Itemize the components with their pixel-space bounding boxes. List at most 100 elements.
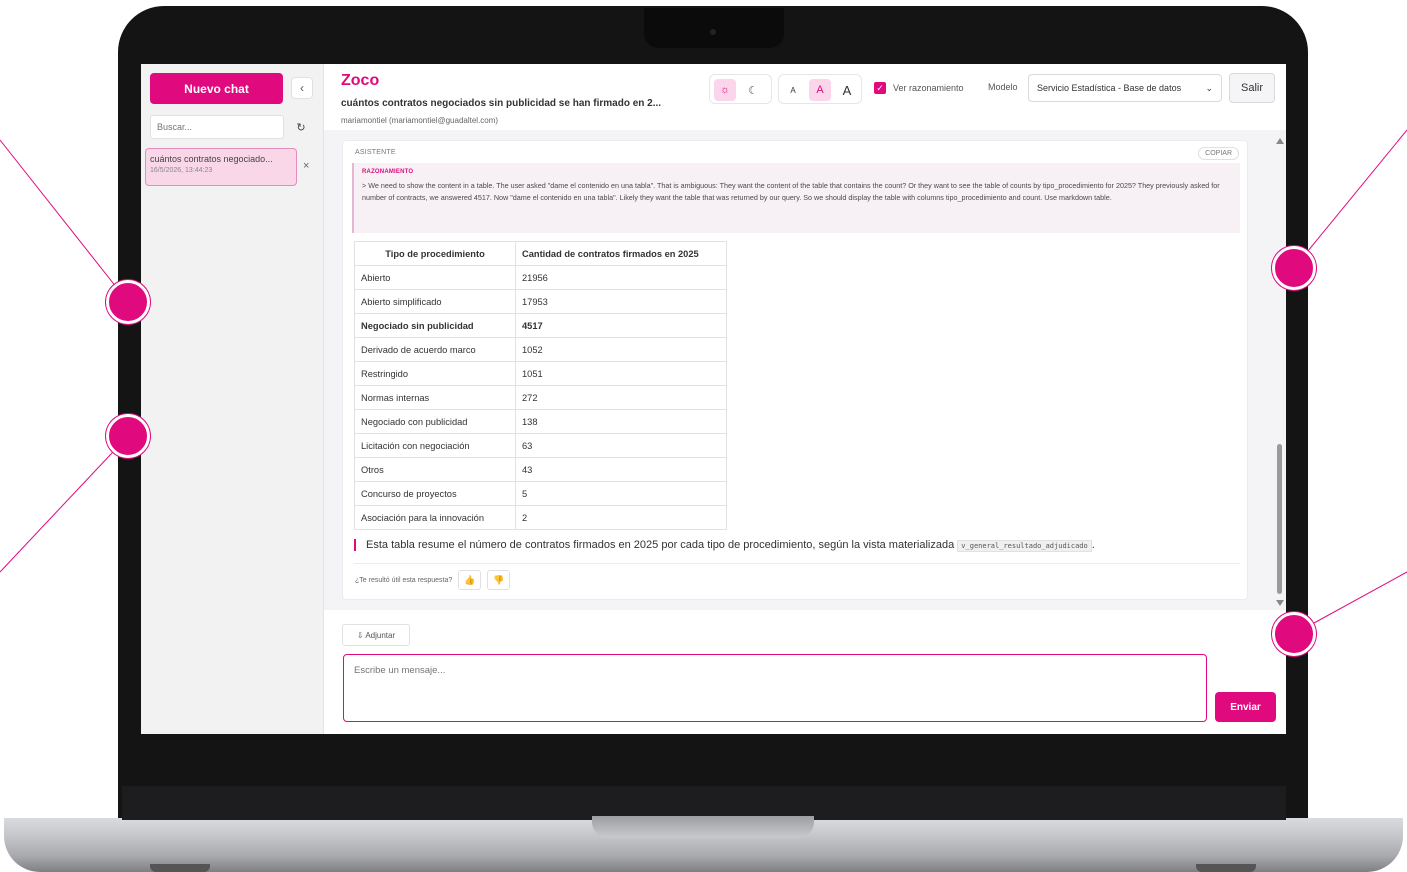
chevron-down-icon: ⌄: [1205, 82, 1213, 93]
light-mode-icon[interactable]: ☼: [714, 79, 736, 101]
reasoning-block: RAZONAMIENTO > We need to show the conte…: [352, 163, 1240, 233]
table-cell: Restringido: [354, 361, 516, 386]
send-button[interactable]: Enviar: [1215, 692, 1276, 722]
model-label: Modelo: [988, 82, 1018, 92]
reasoning-text: > We need to show the content in a table…: [362, 181, 1220, 202]
feedback-question: ¿Te resultó útil esta respuesta?: [355, 576, 453, 584]
assistant-message: ASISTENTE COPIAR RAZONAMIENTO > We need …: [342, 140, 1248, 600]
table-row: Abierto 21956: [354, 265, 727, 290]
table-row: Normas internas 272: [354, 385, 727, 410]
app-screen: Nuevo chat ‹ ↻ cuántos contratos negocia…: [141, 64, 1286, 734]
delete-conversation-icon[interactable]: ×: [303, 160, 309, 172]
table-cell: 1051: [515, 361, 727, 386]
laptop-foot: [150, 864, 210, 872]
font-size-small-button[interactable]: A: [782, 79, 804, 101]
app-title: Zoco: [341, 72, 380, 89]
table-cell: Negociado con publicidad: [354, 409, 516, 434]
table-row: Abierto simplificado 17953: [354, 289, 727, 314]
reasoning-toggle-label: Ver razonamiento: [893, 83, 964, 93]
summary-text: Esta tabla resume el número de contratos…: [354, 539, 1095, 552]
conversation-item[interactable]: cuántos contratos negociado... 16/5/2026…: [145, 148, 297, 186]
table-row: Derivado de acuerdo marco 1052: [354, 337, 727, 362]
copy-button[interactable]: COPIAR: [1198, 147, 1239, 160]
camera-icon: [710, 29, 716, 35]
table-cell: 1052: [515, 337, 727, 362]
collapse-sidebar-icon[interactable]: ‹: [291, 77, 313, 99]
theme-toggle-group: ☼ ☾: [709, 74, 772, 104]
results-table: Tipo de procedimiento Cantidad de contra…: [354, 241, 727, 530]
table-row: Otros 43: [354, 457, 727, 482]
reasoning-toggle[interactable]: ✓ Ver razonamiento: [874, 82, 964, 94]
message-list[interactable]: ASISTENTE COPIAR RAZONAMIENTO > We need …: [324, 130, 1286, 610]
table-cell: 272: [515, 385, 727, 410]
thumbs-down-icon[interactable]: 👎: [487, 570, 511, 590]
table-cell: Normas internas: [354, 385, 516, 410]
message-role: ASISTENTE: [355, 149, 396, 156]
table-row: Negociado sin publicidad 4517: [354, 313, 727, 338]
summary-end: .: [1091, 539, 1095, 551]
table-cell: Abierto: [354, 265, 516, 290]
scroll-up-icon[interactable]: [1276, 138, 1284, 144]
new-chat-button[interactable]: Nuevo chat: [150, 73, 283, 104]
chat-title: cuántos contratos negociados sin publici…: [341, 98, 662, 109]
user-identity: mariamontiel (mariamontiel@guadaltel.com…: [341, 116, 499, 125]
laptop-opening-groove: [592, 816, 814, 838]
laptop-chin: [122, 786, 1286, 820]
font-size-large-button[interactable]: A: [836, 79, 858, 101]
table-cell: 2: [515, 505, 727, 530]
callout-dot: [106, 414, 150, 458]
thumbs-up-icon[interactable]: 👍: [458, 570, 482, 590]
font-size-medium-button[interactable]: A: [809, 79, 831, 101]
logout-button[interactable]: Salir: [1229, 73, 1275, 103]
table-cell: Concurso de proyectos: [354, 481, 516, 506]
camera-notch: [644, 8, 784, 48]
laptop-foot: [1196, 864, 1256, 872]
callout-dot: [106, 280, 150, 324]
table-cell: Negociado sin publicidad: [354, 313, 516, 338]
table-cell: 17953: [515, 289, 727, 314]
attach-button[interactable]: ⇩ Adjuntar: [342, 624, 410, 646]
table-row: Restringido 1051: [354, 361, 727, 386]
scrollbar-thumb[interactable]: [1277, 444, 1282, 594]
table-cell: 138: [515, 409, 727, 434]
table-row: Concurso de proyectos 5: [354, 481, 727, 506]
table-cell: 4517: [515, 313, 727, 338]
conversation-date: 16/5/2026, 13:44:23: [150, 167, 213, 174]
scroll-down-icon[interactable]: [1276, 600, 1284, 606]
view-name-code: v_general_resultado_adjudicado: [957, 540, 1092, 552]
refresh-icon[interactable]: ↻: [289, 115, 313, 139]
table-cell: Asociación para la innovación: [354, 505, 516, 530]
callout-dot: [1272, 612, 1316, 656]
table-cell: 21956: [515, 265, 727, 290]
checkbox-checked-icon[interactable]: ✓: [874, 82, 886, 94]
divider: [354, 563, 1240, 564]
table-cell: Otros: [354, 457, 516, 482]
table-cell: Derivado de acuerdo marco: [354, 337, 516, 362]
table-row: Licitación con negociación 63: [354, 433, 727, 458]
dark-mode-icon[interactable]: ☾: [742, 79, 764, 101]
table-cell: Licitación con negociación: [354, 433, 516, 458]
column-header: Cantidad de contratos firmados en 2025: [515, 241, 727, 266]
message-scrollbar[interactable]: [1274, 130, 1286, 610]
table-cell: Abierto simplificado: [354, 289, 516, 314]
table-row: Asociación para la innovación 2: [354, 505, 727, 530]
composer: ⇩ Adjuntar Enviar: [324, 610, 1286, 734]
table-header-row: Tipo de procedimiento Cantidad de contra…: [354, 241, 727, 266]
model-select-value: Servicio Estadística - Base de datos: [1037, 83, 1182, 93]
sidebar: Nuevo chat ‹ ↻ cuántos contratos negocia…: [141, 64, 324, 734]
reasoning-title: RAZONAMIENTO: [362, 169, 414, 175]
model-select[interactable]: Servicio Estadística - Base de datos ⌄: [1028, 74, 1222, 102]
feedback-bar: ¿Te resultó útil esta respuesta? 👍 👎: [355, 570, 511, 590]
table-cell: 5: [515, 481, 727, 506]
product-mockup: Nuevo chat ‹ ↻ cuántos contratos negocia…: [0, 0, 1407, 872]
table-row: Negociado con publicidad 138: [354, 409, 727, 434]
search-input[interactable]: [150, 115, 284, 139]
conversation-title: cuántos contratos negociado...: [150, 154, 273, 164]
table-cell: 63: [515, 433, 727, 458]
column-header: Tipo de procedimiento: [354, 241, 516, 266]
summary-body: Esta tabla resume el número de contratos…: [366, 539, 955, 551]
callout-dot: [1272, 246, 1316, 290]
message-input[interactable]: [343, 654, 1207, 722]
font-size-group: A A A: [778, 74, 862, 104]
table-cell: 43: [515, 457, 727, 482]
